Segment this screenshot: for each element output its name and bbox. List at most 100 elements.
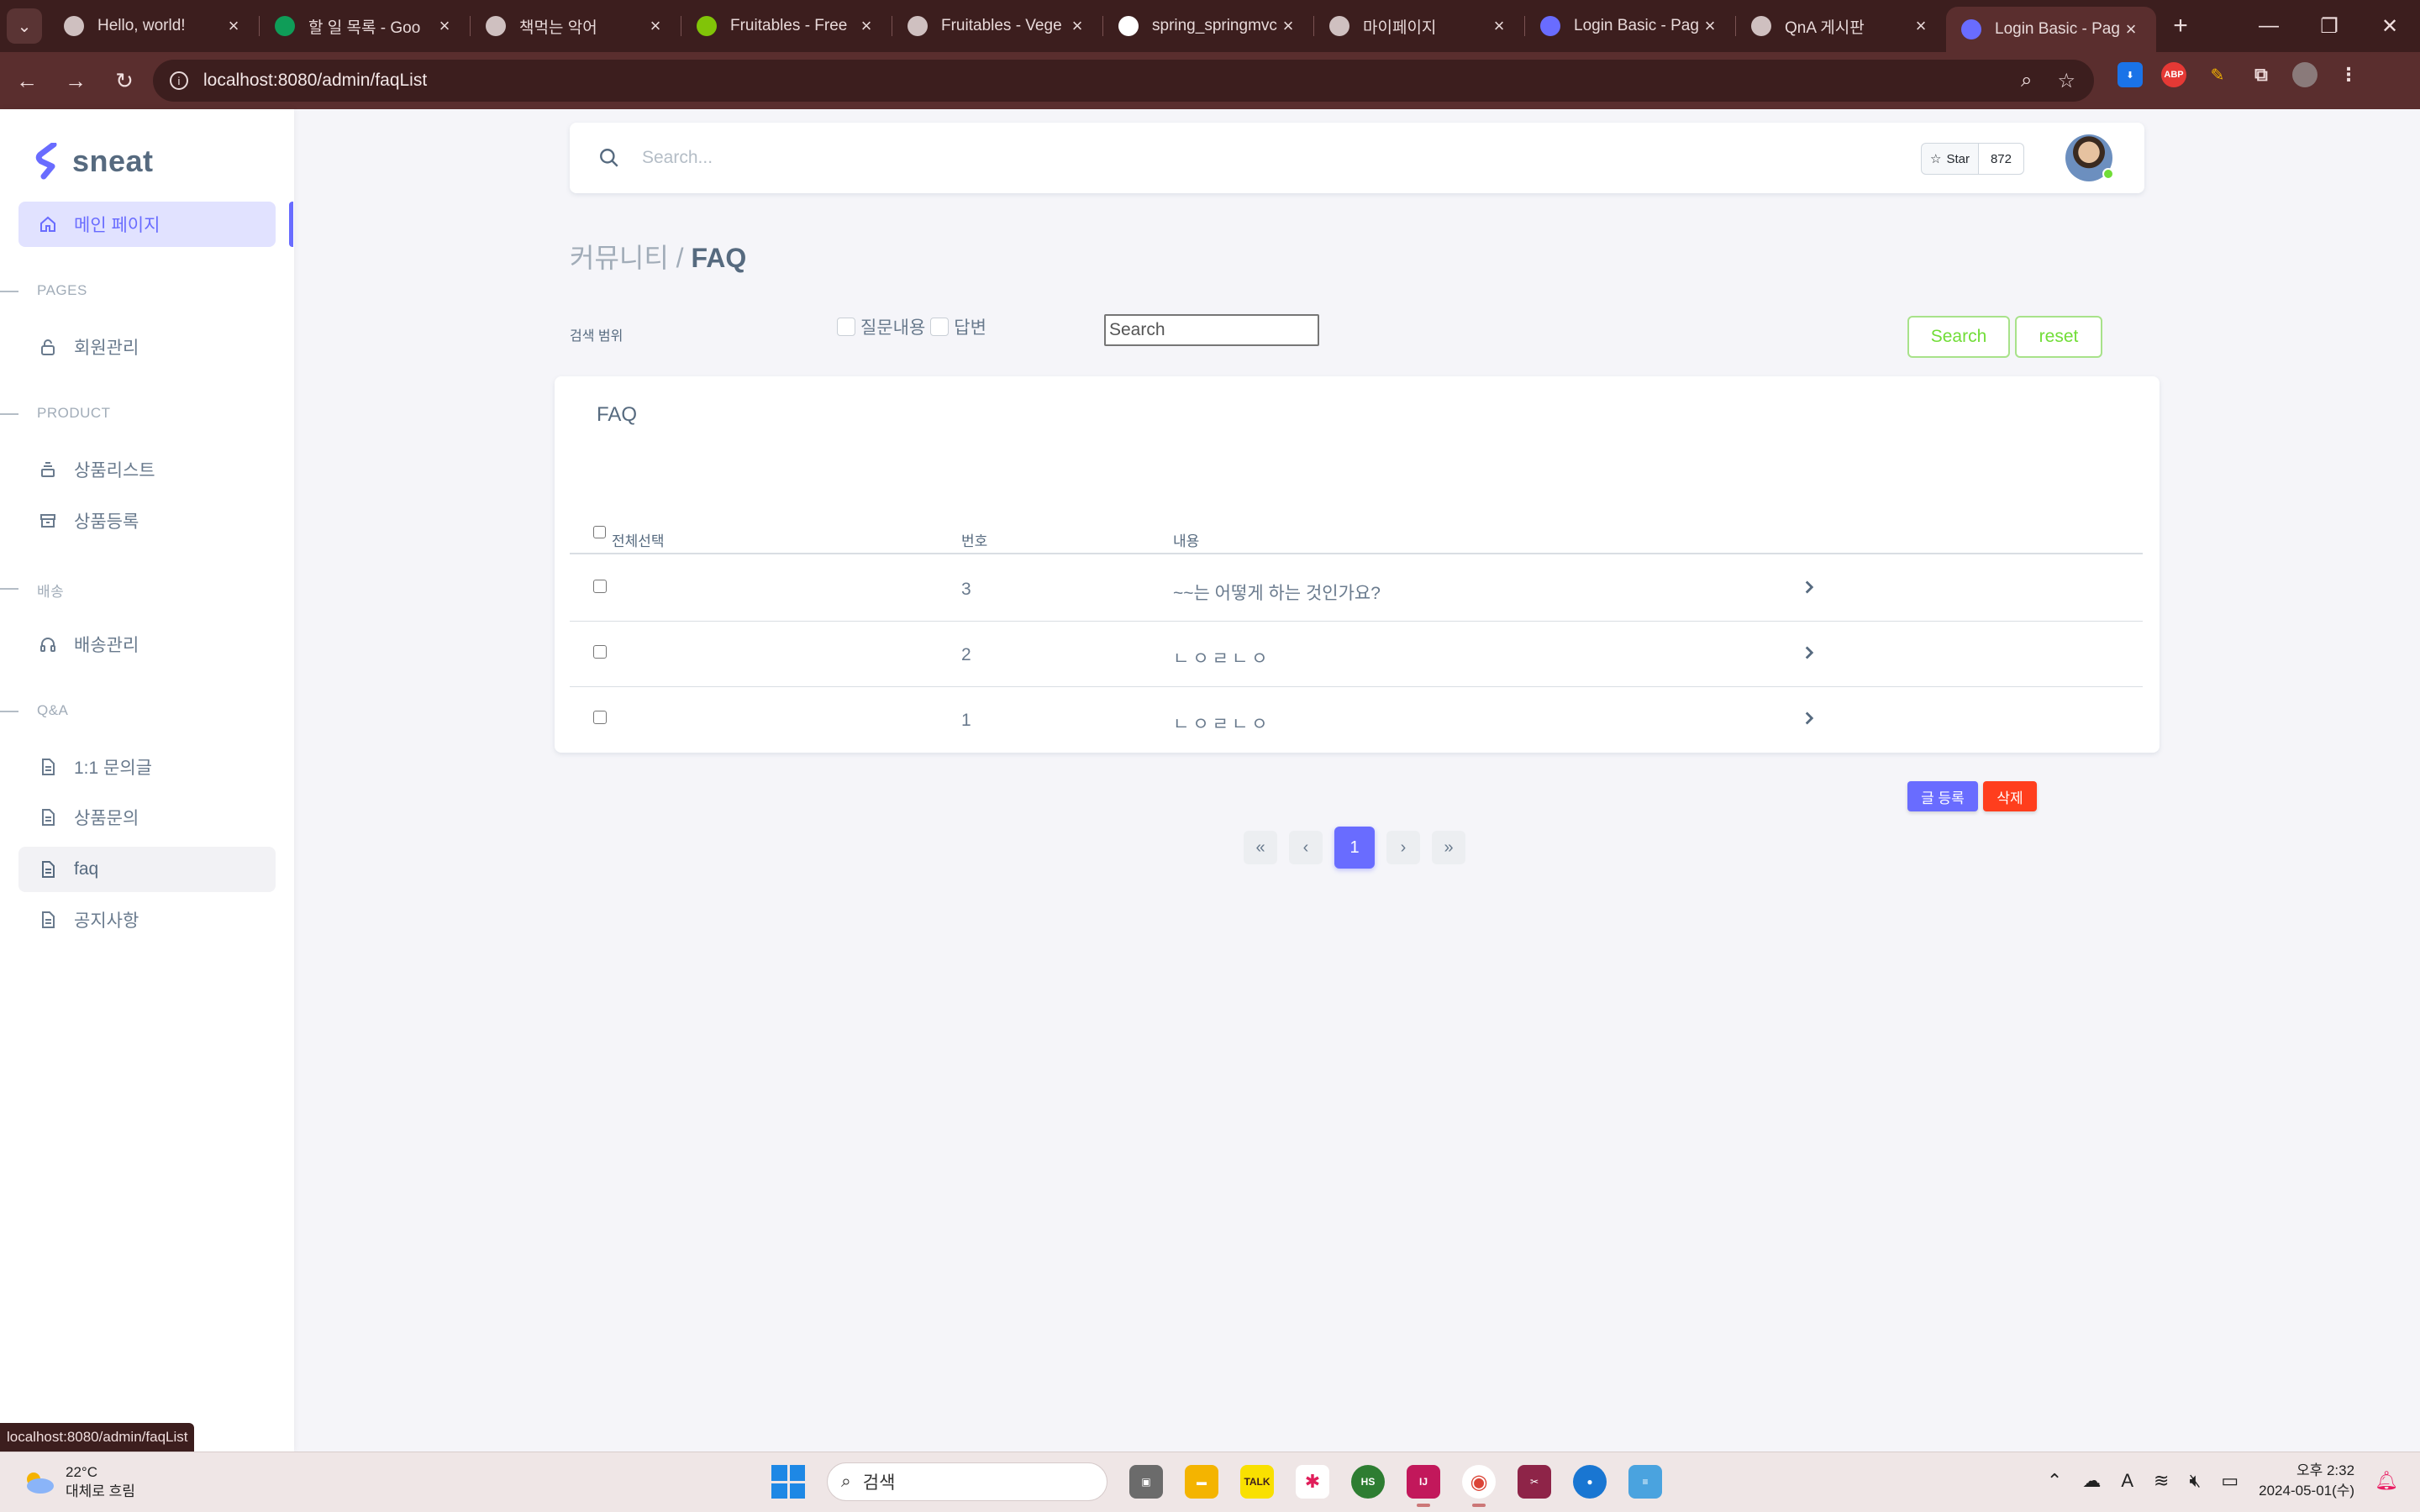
wifi-icon[interactable]: ≋ xyxy=(2154,1470,2169,1492)
row-checkbox[interactable] xyxy=(593,645,607,659)
sidebar-item-faq[interactable]: faq xyxy=(18,847,276,892)
tab-search-button[interactable]: ⌄ xyxy=(7,8,42,44)
next-page-button[interactable]: › xyxy=(1386,831,1420,864)
table-row[interactable]: 1 ㄴㅇㄹㄴㅇ xyxy=(570,687,2143,753)
close-tab-icon[interactable]: × xyxy=(645,15,666,37)
browser-tab[interactable]: 할 일 목록 - Goo × xyxy=(260,0,470,52)
volume-muted-icon[interactable]: 🔇︎ xyxy=(2189,1470,2201,1492)
browser-tab[interactable]: Fruitables - Vege × xyxy=(892,0,1102,52)
chevron-right-icon[interactable] xyxy=(1798,707,1820,729)
section-header-product: PRODUCT xyxy=(0,405,111,421)
row-checkbox[interactable] xyxy=(593,711,607,724)
chrome-icon[interactable]: ◉ xyxy=(1462,1465,1496,1507)
sidebar-item-product-inquiry[interactable]: 상품문의 xyxy=(18,795,276,840)
chevron-right-icon[interactable] xyxy=(1798,576,1820,598)
question-checkbox[interactable] xyxy=(837,318,855,336)
adblock-plus-icon[interactable]: ABP xyxy=(2161,62,2186,87)
snipping-tool-icon[interactable]: ✂ xyxy=(1518,1465,1551,1499)
site-info-icon[interactable]: i xyxy=(170,71,188,90)
kakaotalk-icon[interactable]: TALK xyxy=(1240,1465,1274,1499)
windows-start-icon[interactable] xyxy=(771,1465,805,1499)
new-tab-button[interactable]: + xyxy=(2163,12,2198,40)
close-tab-icon[interactable]: × xyxy=(1278,15,1298,37)
restore-icon[interactable]: ❐ xyxy=(2299,0,2360,52)
intellij-icon[interactable]: IJ xyxy=(1407,1465,1440,1507)
chevron-up-icon[interactable]: ⌃ xyxy=(2047,1470,2062,1492)
clock[interactable]: 오후 2:32 2024-05-01(수) xyxy=(2259,1461,2354,1501)
first-page-button[interactable]: « xyxy=(1244,831,1277,864)
close-window-icon[interactable]: ✕ xyxy=(2360,0,2420,52)
notepad-icon[interactable]: ≡ xyxy=(1628,1465,1662,1499)
sidebar-item-members[interactable]: 회원관리 xyxy=(18,324,276,370)
reset-button[interactable]: reset xyxy=(2015,316,2102,358)
row-content[interactable]: ~~는 어떻게 하는 것인가요? xyxy=(1173,580,1381,605)
zoom-icon[interactable]: ⌕ xyxy=(2021,69,2032,93)
browser-tab[interactable]: 책먹는 악어 × xyxy=(471,0,681,52)
url-text[interactable]: localhost:8080/admin/faqList xyxy=(203,71,427,91)
taskbar-search[interactable]: ⌕ 검색 xyxy=(827,1462,1107,1501)
download-extension-icon[interactable]: ⬇ xyxy=(2118,62,2143,87)
prev-page-button[interactable]: ‹ xyxy=(1289,831,1323,864)
page-1-button[interactable]: 1 xyxy=(1334,827,1375,869)
star-count[interactable]: 872 xyxy=(1978,143,2024,175)
close-tab-icon[interactable]: × xyxy=(1911,15,1931,37)
row-checkbox[interactable] xyxy=(593,580,607,593)
file-explorer-icon[interactable]: ▬ xyxy=(1185,1465,1218,1499)
battery-icon[interactable]: ▭ xyxy=(2221,1470,2238,1492)
browser-tab[interactable]: 마이페이지 × xyxy=(1314,0,1524,52)
browser-tab[interactable]: QnA 게시판 × xyxy=(1736,0,1946,52)
browser-tab[interactable]: Hello, world! × xyxy=(49,0,259,52)
forward-icon[interactable]: → xyxy=(54,59,97,102)
close-tab-icon[interactable]: × xyxy=(1700,15,1720,37)
github-star-button[interactable]: ☆ Star xyxy=(1921,143,1979,175)
search-button[interactable]: Search xyxy=(1907,316,2010,358)
faq-search-input[interactable] xyxy=(1104,314,1319,346)
chevron-right-icon[interactable] xyxy=(1798,642,1820,664)
close-tab-icon[interactable]: × xyxy=(1489,15,1509,37)
hs-app-icon[interactable]: HS xyxy=(1351,1465,1385,1499)
profile-icon[interactable] xyxy=(2292,62,2317,87)
weather-widget[interactable]: 22°C 대체로 흐림 xyxy=(22,1462,135,1501)
onedrive-icon[interactable]: ☁ xyxy=(2082,1470,2101,1492)
close-tab-icon[interactable]: × xyxy=(434,15,455,37)
address-bar[interactable]: i localhost:8080/admin/faqList ⌕ ☆ xyxy=(153,60,2094,102)
maps-icon[interactable]: ● xyxy=(1573,1465,1607,1499)
sidebar-item-delivery[interactable]: 배송관리 xyxy=(18,622,276,667)
sidebar-item-main[interactable]: 메인 페이지 xyxy=(18,202,276,247)
sidebar-item-product-register[interactable]: 상품등록 xyxy=(18,498,276,543)
row-content[interactable]: ㄴㅇㄹㄴㅇ xyxy=(1173,645,1271,670)
select-all-checkbox[interactable] xyxy=(593,526,606,538)
avatar[interactable] xyxy=(2065,134,2114,181)
table-row[interactable]: 3 ~~는 어떻게 하는 것인가요? xyxy=(570,556,2143,622)
browser-tab[interactable]: Login Basic - Pag × xyxy=(1946,7,2156,52)
sidebar-item-notice[interactable]: 공지사항 xyxy=(18,897,276,942)
ime-icon[interactable]: A xyxy=(2121,1470,2133,1492)
extensions-puzzle-icon[interactable]: ⧉ xyxy=(2249,62,2274,87)
global-search-input[interactable] xyxy=(642,148,1818,168)
table-row[interactable]: 2 ㄴㅇㄹㄴㅇ xyxy=(570,622,2143,687)
back-icon[interactable]: ← xyxy=(5,59,49,102)
browser-tab[interactable]: Login Basic - Pag × xyxy=(1525,0,1735,52)
pencil-extension-icon[interactable]: ✎ xyxy=(2205,62,2230,87)
task-view-icon[interactable]: ▣ xyxy=(1129,1465,1163,1499)
browser-tab[interactable]: spring_springmvc × xyxy=(1103,0,1313,52)
slack-icon[interactable]: ✱ xyxy=(1296,1465,1329,1499)
bookmark-star-icon[interactable]: ☆ xyxy=(2057,69,2075,93)
reload-icon[interactable]: ↻ xyxy=(103,59,146,102)
write-post-button[interactable]: 글 등록 xyxy=(1907,781,1978,811)
close-tab-icon[interactable]: × xyxy=(1067,15,1087,37)
browser-tab[interactable]: Fruitables - Free × xyxy=(681,0,892,52)
brand[interactable]: sneat xyxy=(35,143,154,180)
sidebar-item-product-list[interactable]: 상품리스트 xyxy=(18,447,276,492)
minimize-icon[interactable]: — xyxy=(2238,0,2299,52)
close-tab-icon[interactable]: × xyxy=(856,15,876,37)
close-tab-icon[interactable]: × xyxy=(224,15,244,37)
delete-button[interactable]: 삭제 xyxy=(1983,781,2037,811)
sidebar-item-inquiry[interactable]: 1:1 문의글 xyxy=(18,744,276,790)
browser-menu-icon[interactable]: ⋮ xyxy=(2336,62,2361,87)
last-page-button[interactable]: » xyxy=(1432,831,1465,864)
row-content[interactable]: ㄴㅇㄹㄴㅇ xyxy=(1173,711,1271,736)
close-tab-icon[interactable]: × xyxy=(2121,18,2141,40)
answer-checkbox[interactable] xyxy=(930,318,950,336)
notification-bell-icon[interactable]: 🔔︎ xyxy=(2375,1470,2398,1492)
